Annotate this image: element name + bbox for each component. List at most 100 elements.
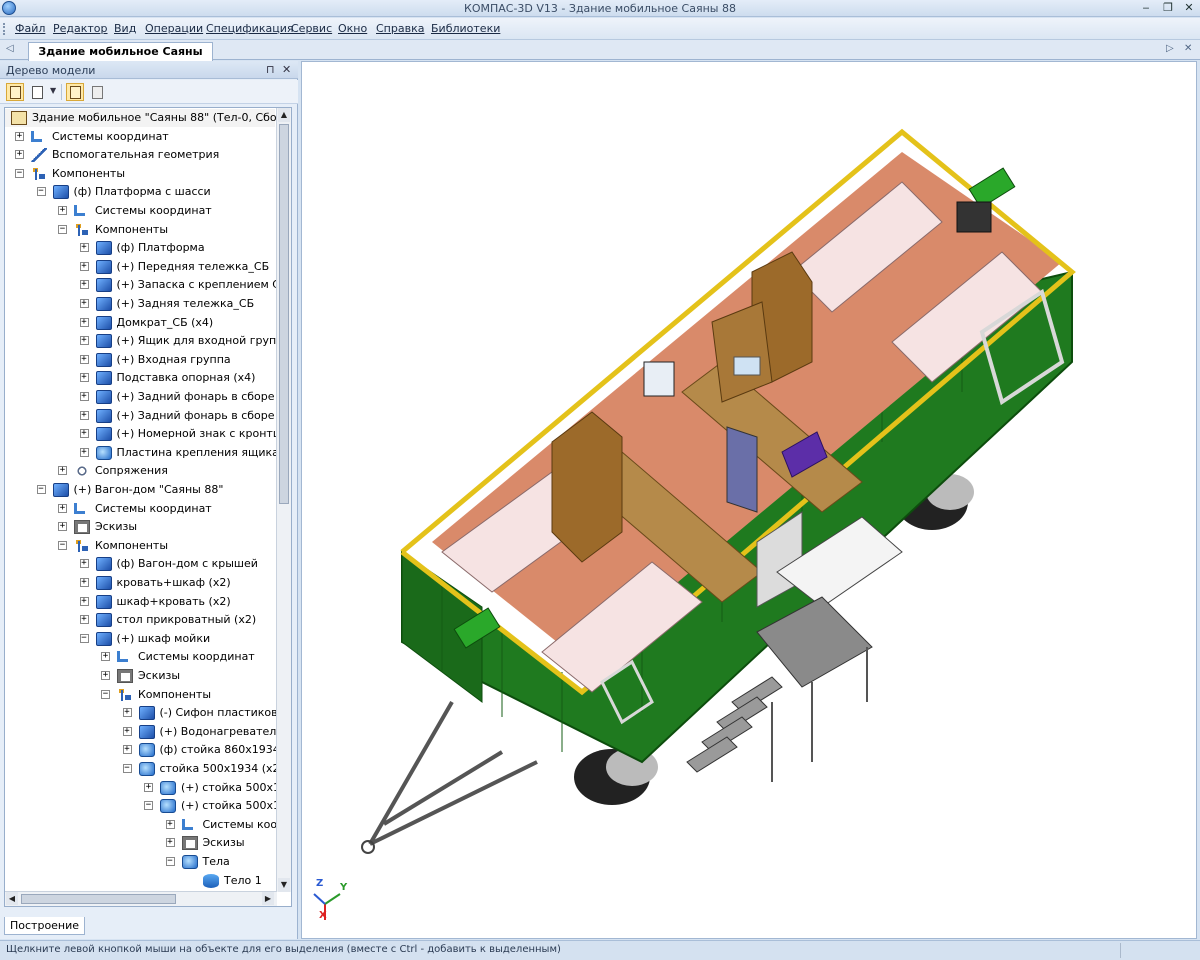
tree-node[interactable]: − Компоненты: [5, 165, 275, 183]
expand-icon[interactable]: +: [144, 782, 153, 792]
close-window-button[interactable]: ✕: [1179, 1, 1199, 15]
tree-node[interactable]: + Эскизы: [5, 834, 275, 852]
scroll-thumb-horizontal[interactable]: [21, 894, 176, 904]
collapse-icon[interactable]: −: [36, 187, 46, 197]
expand-icon[interactable]: +: [79, 578, 89, 587]
collapse-icon[interactable]: −: [144, 801, 153, 811]
tree-node[interactable]: + шкаф+кровать (х2): [5, 593, 275, 611]
tree-horizontal-scrollbar[interactable]: ◀ ▶: [5, 891, 277, 906]
tab-close-button[interactable]: ✕: [1184, 43, 1192, 54]
expand-icon[interactable]: +: [79, 354, 89, 364]
expand-icon[interactable]: +: [79, 615, 89, 625]
menu-file[interactable]: Файл: [15, 22, 45, 35]
collapse-icon[interactable]: −: [101, 689, 110, 699]
expand-icon[interactable]: +: [79, 559, 89, 569]
model-viewport[interactable]: X Y Z: [301, 61, 1197, 939]
tree-node[interactable]: + Системы координат: [5, 648, 275, 666]
collapse-icon[interactable]: −: [122, 764, 132, 773]
expand-icon[interactable]: +: [15, 131, 24, 141]
tree-node[interactable]: + (ф) Вагон-дом с крышей: [5, 555, 275, 573]
restore-button[interactable]: ❐: [1158, 1, 1178, 15]
tree-view-mode-button[interactable]: [28, 83, 46, 101]
tree-node[interactable]: − стойка 500х1934 (х2): [5, 760, 284, 778]
tree-order-button[interactable]: [66, 83, 84, 101]
tree-node[interactable]: − (+) шкаф мойки: [5, 630, 275, 648]
tree-node[interactable]: + кровать+шкаф (х2): [5, 574, 275, 592]
scroll-left-icon[interactable]: ◀: [6, 892, 18, 905]
collapse-icon[interactable]: −: [15, 168, 24, 178]
tree-node[interactable]: + Эскизы: [5, 518, 275, 536]
tree-node[interactable]: − Компоненты: [5, 221, 275, 239]
expand-icon[interactable]: +: [79, 299, 89, 308]
tree-node[interactable]: + Сопряжения: [5, 462, 275, 480]
menu-libraries[interactable]: Библиотеки: [431, 22, 500, 35]
scroll-thumb[interactable]: [279, 124, 289, 504]
collapse-icon[interactable]: −: [165, 857, 175, 866]
tree-node[interactable]: + (+) Задний фонарь в сборе с к: [5, 388, 291, 406]
tree-node[interactable]: + Вспомогательная геометрия: [5, 146, 275, 164]
menu-editor[interactable]: Редактор: [53, 22, 108, 35]
tree-node[interactable]: + (+) Ящик для входной группы: [5, 332, 291, 350]
menu-operations[interactable]: Операции: [145, 22, 203, 35]
collapse-icon[interactable]: −: [36, 485, 46, 494]
minimize-button[interactable]: ‒: [1136, 1, 1156, 15]
menu-help[interactable]: Справка: [376, 22, 424, 35]
expand-icon[interactable]: +: [79, 392, 89, 401]
tree-node[interactable]: + Системы координат: [5, 128, 275, 146]
expand-icon[interactable]: +: [79, 410, 89, 420]
expand-icon[interactable]: +: [165, 838, 175, 848]
tree-node[interactable]: + (+) Водонагреватель: [5, 723, 283, 741]
tree-node[interactable]: Здание мобильное "Саяны 88" (Тел-0, Сбор…: [5, 109, 291, 127]
tree-node[interactable]: + Пластина крепления ящика (х: [5, 444, 291, 462]
tree-node[interactable]: + (+) Передняя тележка_СБ: [5, 258, 275, 276]
expand-icon[interactable]: +: [165, 819, 175, 829]
expand-icon[interactable]: +: [122, 708, 132, 718]
menu-window[interactable]: Окно: [338, 22, 367, 35]
tree-node[interactable]: Тело 1: [5, 872, 275, 890]
tree-node[interactable]: + Подставка опорная (х4): [5, 369, 275, 387]
tree-node[interactable]: − Компоненты: [5, 537, 275, 555]
tree-node[interactable]: − (+) стойка 500х193: [5, 797, 291, 815]
expand-icon[interactable]: +: [79, 429, 89, 439]
tree-vertical-scrollbar[interactable]: ▲ ▼: [276, 108, 291, 892]
expand-icon[interactable]: +: [58, 503, 67, 513]
tree-node[interactable]: + стол прикроватный (х2): [5, 611, 275, 629]
collapse-icon[interactable]: −: [79, 633, 89, 643]
menu-service[interactable]: Сервис: [291, 22, 332, 35]
tree-node[interactable]: + Системы координат: [5, 500, 275, 518]
expand-icon[interactable]: +: [122, 726, 132, 736]
pin-icon[interactable]: ⊓: [266, 63, 275, 76]
expand-icon[interactable]: +: [58, 206, 67, 215]
tab-scroll-left-button[interactable]: ◁: [6, 43, 14, 54]
tree-node[interactable]: + Системы координат: [5, 202, 275, 220]
tree-node[interactable]: + (ф) Платформа: [5, 239, 275, 257]
expand-icon[interactable]: +: [101, 671, 110, 680]
menu-grip[interactable]: [3, 23, 6, 35]
menu-view[interactable]: Вид: [114, 22, 136, 35]
tree-node[interactable]: − Тела: [5, 853, 275, 871]
tree-node[interactable]: + (+) Номерной знак с кронтше: [5, 425, 290, 443]
expand-icon[interactable]: +: [58, 522, 67, 532]
expand-icon[interactable]: +: [79, 243, 89, 253]
expand-icon[interactable]: +: [79, 336, 89, 346]
expand-icon[interactable]: +: [15, 150, 24, 160]
tab-scroll-right-button[interactable]: ▷: [1166, 43, 1174, 54]
panel-close-button[interactable]: ✕: [282, 63, 291, 76]
tree-node[interactable]: + (+) Запаска с креплением СБ: [5, 276, 288, 294]
scroll-down-icon[interactable]: ▼: [278, 878, 290, 892]
tab-document[interactable]: Здание мобильное Саяны 88: [28, 42, 213, 75]
expand-icon[interactable]: +: [79, 447, 89, 457]
collapse-icon[interactable]: −: [58, 224, 67, 234]
scroll-up-icon[interactable]: ▲: [278, 108, 290, 122]
tree-node[interactable]: + Домкрат_СБ (х4): [5, 314, 275, 332]
tree-node[interactable]: + (-) Сифон пластиковь: [5, 704, 284, 722]
tree-node[interactable]: + (+) Входная группа: [5, 351, 275, 369]
tree-node[interactable]: − (+) Вагон-дом "Саяны 88": [5, 481, 275, 499]
tree-node[interactable]: − (ф) Платформа с шасси: [5, 183, 275, 201]
expand-icon[interactable]: +: [79, 261, 89, 271]
tree-node[interactable]: + Системы коо: [5, 816, 277, 834]
tree-node[interactable]: + (+) Задняя тележка_СБ: [5, 295, 275, 313]
collapse-icon[interactable]: −: [58, 540, 67, 550]
expand-icon[interactable]: +: [79, 373, 89, 383]
tree-node[interactable]: + (ф) стойка 860х1934: [5, 741, 280, 759]
